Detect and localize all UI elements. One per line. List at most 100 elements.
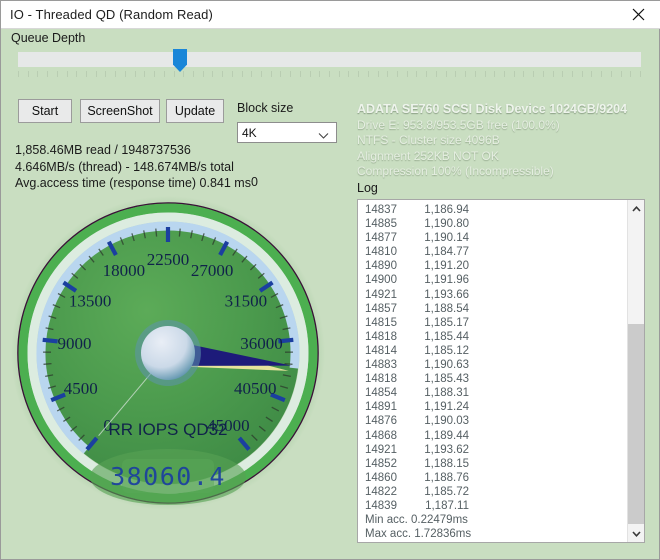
log-iops: 14852 [365,457,417,471]
log-ms: 1,190.80 [417,217,469,231]
log-iops: 14877 [365,231,417,245]
gauge-minor-tick [156,229,157,237]
log-ms: 1,189.44 [417,429,469,443]
log-list: 148371,186.94148851,190.80148771,190.141… [358,203,623,541]
close-icon[interactable] [615,1,660,28]
log-ms: 1,193.62 [417,443,469,457]
log-row: 148911,191.24 [358,400,623,414]
log-row: 148601,188.76 [358,471,623,485]
gauge-minor-tick [179,229,180,237]
device-info: ADATA SE760 SCSI Disk Device 1024GB/9204… [357,102,627,180]
chevron-down-icon [318,129,329,143]
log-row: 148221,185.72 [358,485,623,499]
log-ms: 1,185.17 [417,316,469,330]
log-row: 148761,190.03 [358,414,623,428]
device-title: ADATA SE760 SCSI Disk Device 1024GB/9204 [357,102,627,118]
log-iops: 14839 [365,499,417,513]
log-iops: 14883 [365,358,417,372]
scroll-up-icon[interactable] [628,200,644,217]
log-iops: 14891 [365,400,417,414]
log-row: 148521,188.15 [358,457,623,471]
queue-depth-slider[interactable] [18,49,641,79]
stat-counter: 0 [251,175,258,189]
log-row: 148371,186.94 [358,203,623,217]
log-ms: 1,188.15 [417,457,469,471]
log-ms: 1,185.12 [417,344,469,358]
log-iops: 14921 [365,443,417,457]
screenshot-button[interactable]: ScreenShot [80,99,160,123]
log-summary-row: Min acc. 0.22479ms [358,513,623,527]
log-row: 148101,184.77 [358,245,623,259]
window-title: IO - Threaded QD (Random Read) [10,7,213,22]
log-ms: 1,191.96 [417,273,469,287]
log-scrollbar[interactable] [627,200,644,542]
log-iops: 14810 [365,245,417,259]
log-row: 148181,185.44 [358,330,623,344]
log-ms: 1,186.94 [417,203,469,217]
log-row: 148151,185.17 [358,316,623,330]
gauge-tick-label: 31500 [225,291,268,310]
log-row: 148771,190.14 [358,231,623,245]
stat-access-time: Avg.access time (response time) 0.841 ms [15,175,251,192]
log-ms: 1,188.54 [417,302,469,316]
log-row: 148901,191.20 [358,259,623,273]
log-ms: 1,190.63 [417,358,469,372]
log-ms: 1,190.14 [417,231,469,245]
log-row: 148541,188.31 [358,386,623,400]
device-line-filesystem: NTFS - Cluster size 4096B [357,133,627,149]
gauge-tick-label: 40500 [234,379,277,398]
log-row: 149211,193.66 [358,288,623,302]
gauge-major-tick [43,340,58,342]
gauge-minor-tick [44,364,52,365]
log-ms: 1,188.31 [417,386,469,400]
log-ms: 1,187.11 [417,499,469,513]
log-ms: 1,188.76 [417,471,469,485]
lcd-readout: 38060.4 [110,462,226,491]
gauge-tick-label: 4500 [64,379,98,398]
gauge-tick-label: 18000 [103,261,146,280]
slider-tick-marks [18,71,641,79]
slider-thumb[interactable] [173,49,187,72]
log-iops: 14818 [365,330,417,344]
log-ms: 1,191.24 [417,400,469,414]
block-size-select[interactable]: 4K [237,122,337,143]
device-line-alignment: Alignment 252KB NOT OK [357,149,627,165]
start-button[interactable]: Start [18,99,72,123]
update-button[interactable]: Update [166,99,224,123]
log-ms: 1,191.20 [417,259,469,273]
log-iops: 14921 [365,288,417,302]
log-iops: 14818 [365,372,417,386]
log-iops: 14857 [365,302,417,316]
log-row: 148681,189.44 [358,429,623,443]
device-line-drive: Drive E: 953.8/953.5GB free (100.0%) [357,118,627,134]
log-iops: 14860 [365,471,417,485]
stat-throughput: 4.646MB/s (thread) - 148.674MB/s total [15,159,251,176]
log-row: 148141,185.12 [358,344,623,358]
gauge-tick-label: 9000 [58,334,92,353]
gauge-caption: RR IOPS QD32 [108,420,227,439]
log-iops: 14815 [365,316,417,330]
block-size-label: Block size [237,101,293,115]
log-row: 148391,187.11 [358,499,623,513]
gauge-tick-label: 27000 [191,261,234,280]
scrollbar-thumb[interactable] [628,324,644,524]
slider-track[interactable] [18,52,641,67]
title-bar: IO - Threaded QD (Random Read) [1,1,660,29]
log-row: 148851,190.80 [358,217,623,231]
device-line-compression: Compression 100% (Incompressible) [357,164,627,180]
scroll-down-icon[interactable] [628,525,644,542]
log-iops: 14854 [365,386,417,400]
stat-read-total: 1,858.46MB read / 1948737536 [15,142,251,159]
log-row: 148831,190.63 [358,358,623,372]
queue-depth-label: Queue Depth [11,31,85,45]
stats-block: 1,858.46MB read / 1948737536 4.646MB/s (… [15,142,251,192]
log-box[interactable]: 148371,186.94148851,190.80148771,190.141… [357,199,645,543]
gauge-tick-label: 13500 [69,291,112,310]
log-iops: 14868 [365,429,417,443]
log-row: 149211,193.62 [358,443,623,457]
iops-gauge: 0450090001350018000225002700031500360004… [9,194,327,512]
log-summary-row: Max acc. 1.72836ms [358,527,623,541]
gauge-tick-label: 22500 [147,250,190,269]
io-benchmark-window: IO - Threaded QD (Random Read) Queue Dep… [0,0,660,560]
block-size-value: 4K [242,126,257,140]
